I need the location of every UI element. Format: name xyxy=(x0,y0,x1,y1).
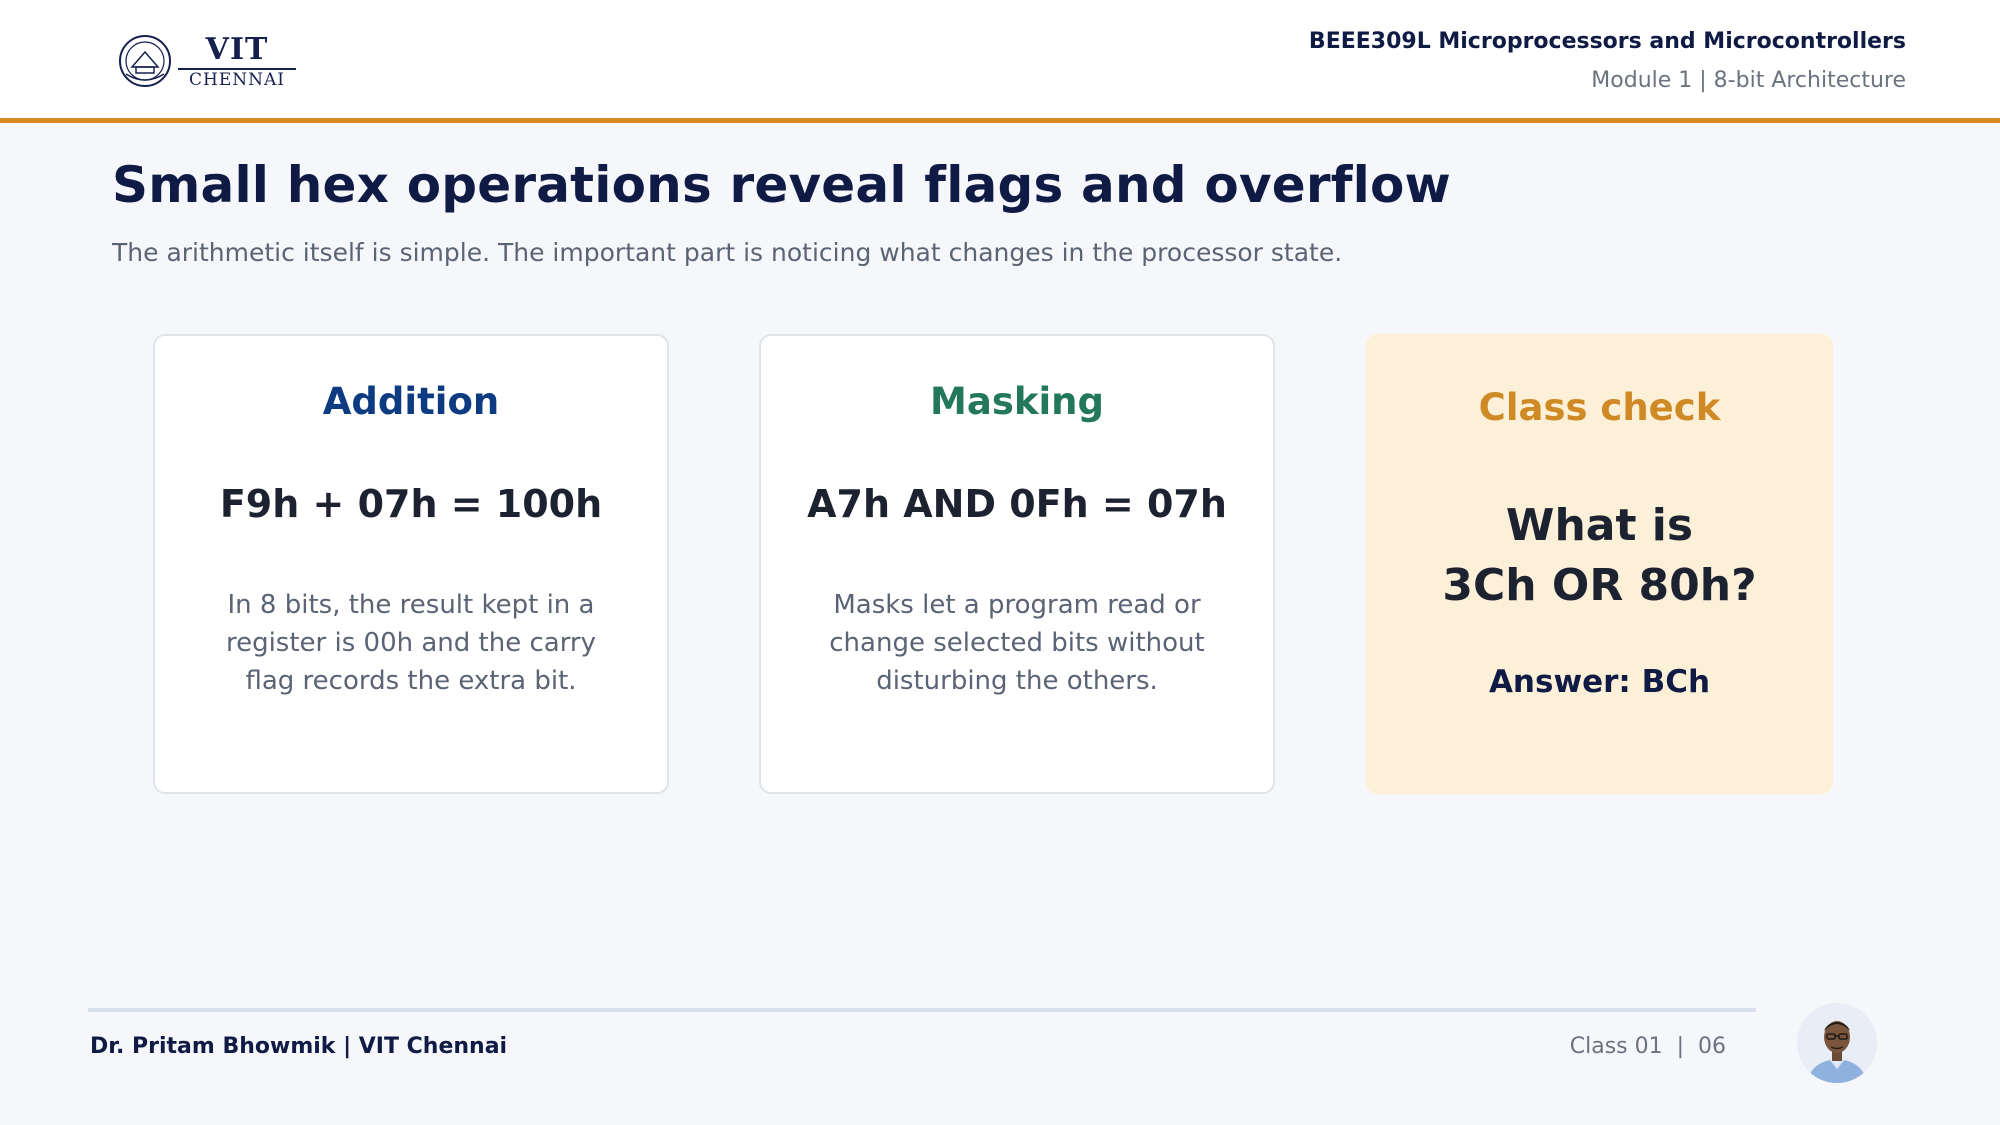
page-title: Small hex operations reveal flags and ov… xyxy=(112,156,1451,214)
check-answer: Answer: BCh xyxy=(1488,664,1711,700)
vit-logo: VIT CHENNAI xyxy=(118,30,296,92)
university-seal-icon xyxy=(119,35,171,87)
class-check-card: Class check What is 3Ch OR 80h? Answer: … xyxy=(1366,334,1833,794)
header-bar: VIT CHENNAI BEEE309L Microprocessors and… xyxy=(0,0,2000,123)
logo-text-chennai: CHENNAI xyxy=(189,70,285,90)
card-heading: Addition xyxy=(322,380,500,423)
card-heading: Masking xyxy=(930,380,1104,423)
check-question-line: 3Ch OR 80h? xyxy=(1442,560,1757,611)
footer-class-page: Class 01 | 06 xyxy=(1569,1034,1726,1059)
check-question: What is 3Ch OR 80h? xyxy=(1368,496,1831,616)
addition-card: Addition F9h + 07h = 100h In 8 bits, the… xyxy=(153,334,669,794)
card-description: Masks let a program read or change selec… xyxy=(829,590,1205,696)
module-title: Module 1 | 8-bit Architecture xyxy=(1591,68,1906,93)
check-question-line: What is xyxy=(1505,500,1694,551)
footer-divider xyxy=(88,1008,1756,1012)
logo-text-vit: VIT xyxy=(205,32,269,67)
check-heading: Class check xyxy=(1478,386,1721,429)
card-expression: F9h + 07h = 100h xyxy=(219,482,603,526)
course-title: BEEE309L Microprocessors and Microcontro… xyxy=(1308,29,1906,54)
presenter-portrait-icon xyxy=(1797,1003,1877,1083)
footer-author: Dr. Pritam Bhowmik | VIT Chennai xyxy=(90,1034,508,1059)
page-subtitle: The arithmetic itself is simple. The imp… xyxy=(112,238,1343,267)
card-expression: A7h AND 0Fh = 07h xyxy=(807,482,1227,526)
avatar xyxy=(1797,1003,1877,1083)
slide: VIT CHENNAI BEEE309L Microprocessors and… xyxy=(0,0,2000,1125)
card-description: In 8 bits, the result kept in a register… xyxy=(225,590,597,696)
masking-card: Masking A7h AND 0Fh = 07h Masks let a pr… xyxy=(759,334,1275,794)
